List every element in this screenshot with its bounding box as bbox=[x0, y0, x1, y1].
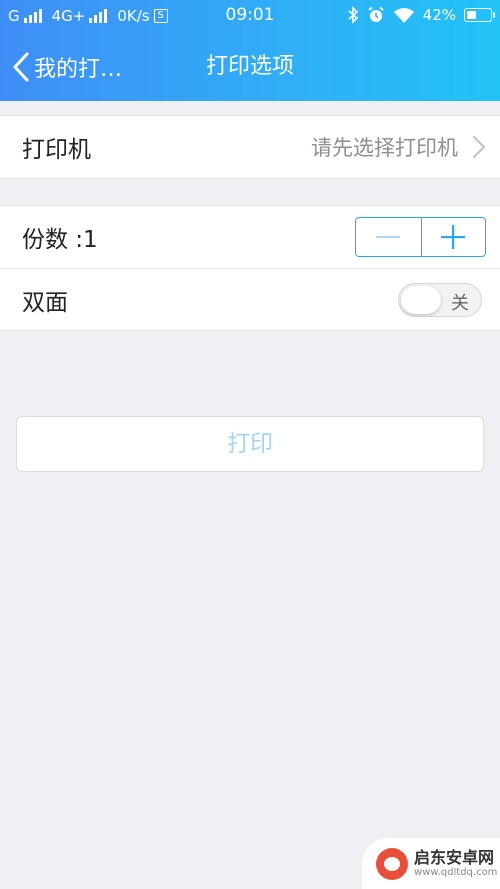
battery-icon bbox=[464, 8, 495, 22]
printer-row[interactable]: 打印机 请先选择打印机 bbox=[0, 116, 500, 178]
back-button[interactable]: 我的打… bbox=[12, 32, 122, 101]
printer-group: 打印机 请先选择打印机 bbox=[0, 115, 500, 179]
print-button[interactable]: 打印 bbox=[16, 416, 484, 472]
watermark: 启东安卓网 www.qdltdq.com bbox=[362, 838, 500, 889]
minus-icon bbox=[376, 236, 401, 238]
header-bar: G 4G+ 0K/s S 09:01 42% 我的打… 打印选项 bbox=[0, 0, 500, 101]
toggle-knob bbox=[401, 286, 441, 314]
status-bar: G 4G+ 0K/s S 09:01 42% bbox=[0, 0, 500, 32]
duplex-row: 双面 关 bbox=[0, 268, 500, 330]
watermark-url: www.qdltdq.com bbox=[414, 866, 498, 878]
copies-label: 份数 :1 bbox=[22, 227, 98, 253]
duplex-label: 双面 bbox=[22, 289, 68, 316]
watermark-logo-icon bbox=[376, 847, 408, 880]
decrement-button[interactable] bbox=[356, 218, 421, 256]
toggle-state-text: 关 bbox=[451, 293, 469, 314]
printer-label: 打印机 bbox=[22, 137, 91, 163]
copies-stepper bbox=[355, 217, 486, 257]
options-group: 份数 :1 双面 关 bbox=[0, 205, 500, 331]
watermark-text: 启东安卓网 www.qdltdq.com bbox=[414, 849, 497, 878]
navigation-bar: 我的打… 打印选项 bbox=[0, 32, 500, 101]
back-label: 我的打… bbox=[34, 56, 123, 82]
watermark-name: 启东安卓网 bbox=[414, 848, 495, 868]
plus-icon bbox=[441, 225, 466, 249]
wifi-icon bbox=[393, 8, 414, 23]
bluetooth-icon bbox=[348, 6, 358, 24]
status-right: 42% bbox=[347, 6, 495, 24]
chevron-left-icon bbox=[13, 52, 29, 81]
alarm-icon bbox=[368, 6, 384, 22]
increment-button[interactable] bbox=[420, 218, 486, 256]
chevron-right-icon bbox=[472, 135, 486, 159]
printer-value: 请先选择打印机 bbox=[311, 136, 458, 160]
battery-percent: 42% bbox=[422, 6, 456, 24]
duplex-toggle[interactable]: 关 bbox=[398, 283, 482, 317]
copies-row: 份数 :1 bbox=[0, 206, 500, 268]
